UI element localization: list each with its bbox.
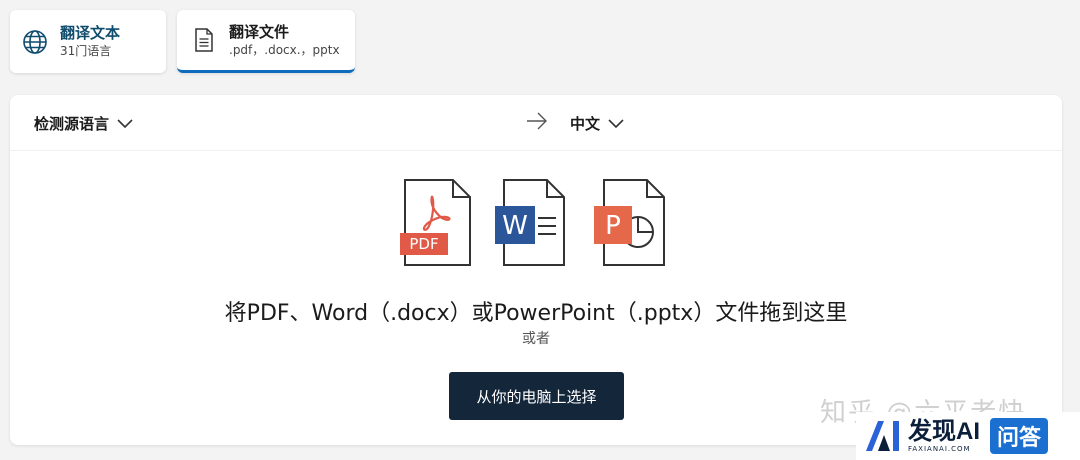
pdf-badge-label: PDF — [409, 235, 438, 253]
tab-title: 翻译文本 — [60, 24, 121, 42]
tab-subtitle: .pdf，.docx.，pptx — [229, 42, 340, 57]
brand-domain: FAXIANAI.COM — [908, 445, 971, 453]
target-language-label: 中文 — [570, 115, 601, 133]
or-separator: 或者 — [522, 331, 550, 347]
globe-icon — [23, 29, 47, 54]
brand-ai-icon — [866, 421, 899, 451]
brand-logo-block: 发现AI FAXIANAI.COM 问答 — [856, 412, 1080, 460]
arrow-right-icon[interactable] — [526, 112, 548, 130]
source-language-label: 检测源语言 — [34, 115, 110, 133]
drop-zone-title: 将PDF、Word（.docx）或PowerPoint（.pptx）文件拖到这里 — [224, 301, 848, 326]
source-language-dropdown[interactable]: 检测源语言 — [34, 113, 133, 134]
word-badge-label: W — [502, 211, 528, 241]
chevron-down-icon — [608, 118, 624, 128]
language-bar: 检测源语言 中文 — [10, 95, 1062, 151]
tab-translate-file[interactable]: 翻译文件 .pdf，.docx.，pptx — [177, 10, 355, 73]
document-icon — [195, 28, 213, 52]
tab-translate-text[interactable]: 翻译文本 31门语言 — [10, 10, 166, 73]
powerpoint-badge-label: P — [605, 211, 621, 241]
brand-name: 发现AI — [908, 418, 980, 445]
target-language-dropdown[interactable]: 中文 — [570, 113, 624, 134]
tab-subtitle: 31门语言 — [60, 44, 112, 58]
powerpoint-file-icon: P — [594, 179, 665, 266]
file-type-icons: PDF W P — [10, 178, 1062, 268]
pdf-file-icon: PDF — [400, 179, 471, 266]
word-file-icon: W — [495, 179, 565, 266]
chevron-down-icon — [117, 118, 133, 128]
brand-badge: 问答 — [990, 418, 1049, 454]
tab-title: 翻译文件 — [229, 22, 290, 41]
choose-from-computer-button[interactable]: 从你的电脑上选择 — [449, 372, 624, 420]
